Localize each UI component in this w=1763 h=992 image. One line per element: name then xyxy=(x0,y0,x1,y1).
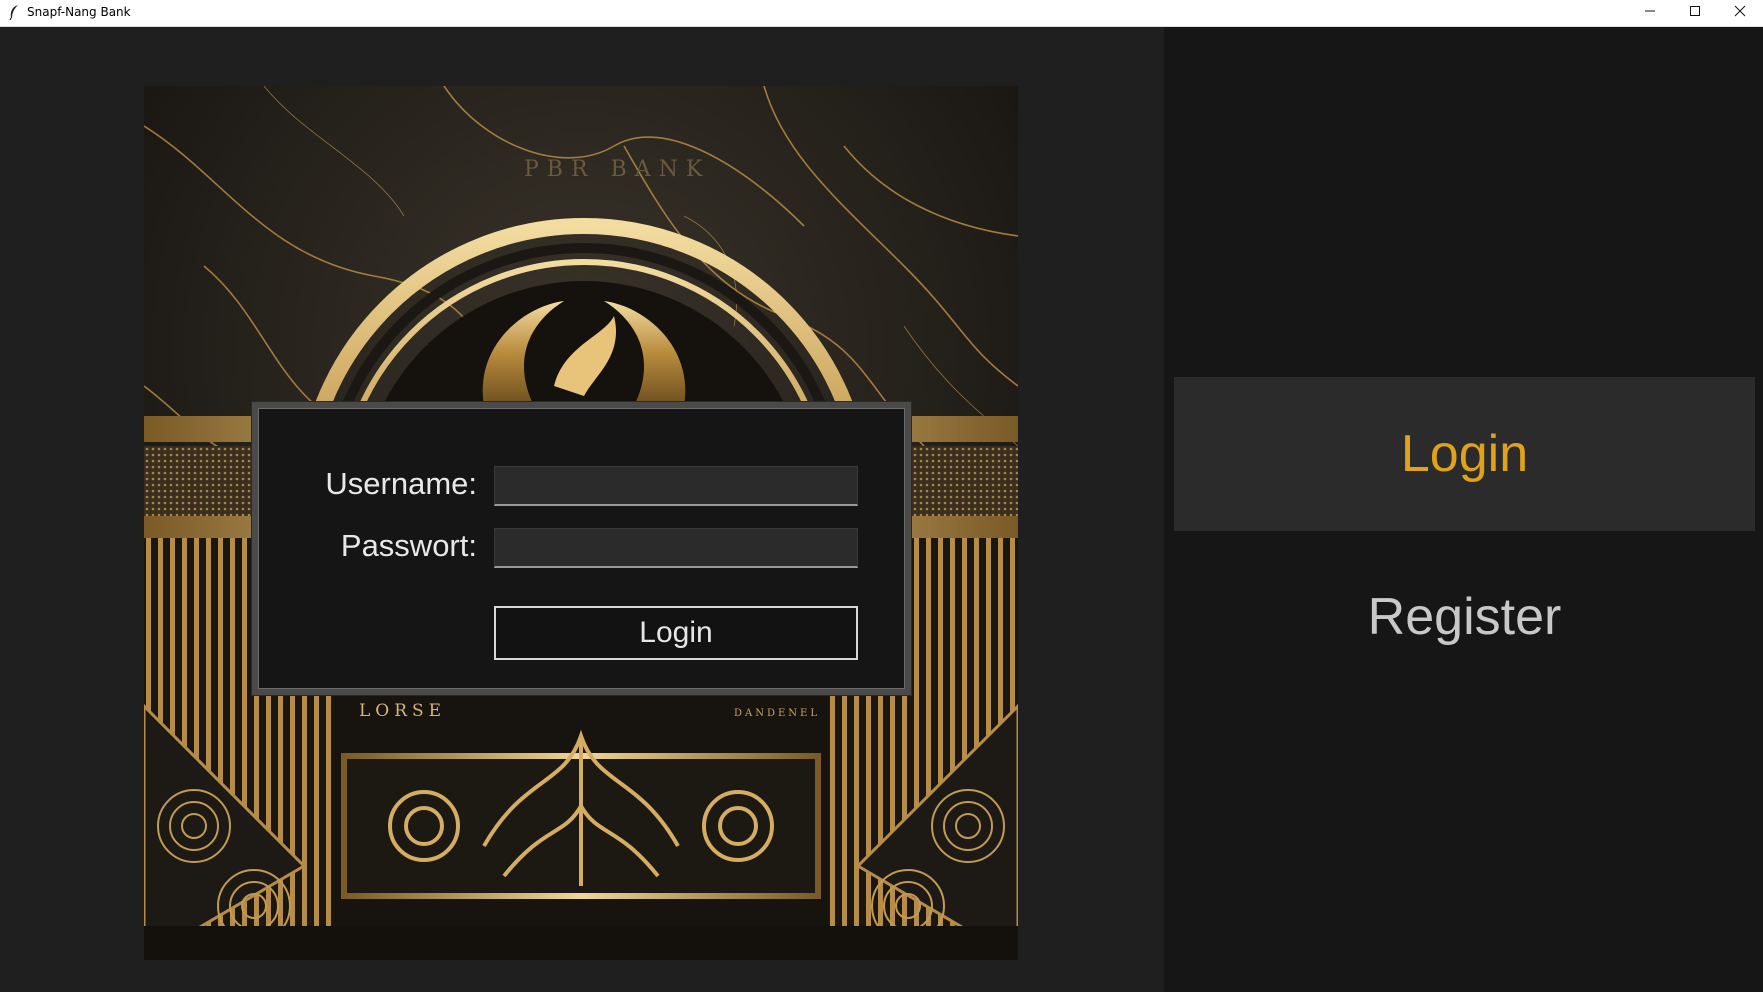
minimize-icon xyxy=(1644,4,1656,22)
right-engraving: DANDENEL xyxy=(734,708,820,719)
login-form: Username: Passwort: Login xyxy=(252,402,911,695)
maximize-button[interactable] xyxy=(1672,0,1718,26)
window-titlebar: Snapf-Nang Bank xyxy=(0,0,1763,27)
close-icon xyxy=(1734,4,1746,22)
minimize-button[interactable] xyxy=(1627,0,1673,26)
password-label: Passwort: xyxy=(340,528,477,563)
top-engraving: PBR BANK xyxy=(524,157,710,182)
username-label: Username: xyxy=(325,466,477,501)
login-submit-button[interactable]: Login xyxy=(494,606,858,660)
side-navigation: Login Register xyxy=(1164,27,1763,992)
close-button[interactable] xyxy=(1717,0,1763,26)
password-input[interactable] xyxy=(494,528,858,568)
nav-login-tab[interactable]: Login xyxy=(1174,377,1755,531)
login-panel: PBR BANK LORSE DANDENEL Username: Passwo… xyxy=(0,27,1164,992)
window-title: Snapf-Nang Bank xyxy=(27,5,131,19)
left-engraving: LORSE xyxy=(359,701,446,721)
nav-register-tab[interactable]: Register xyxy=(1174,557,1755,677)
maximize-icon xyxy=(1689,4,1701,22)
feather-icon xyxy=(8,4,20,21)
username-input[interactable] xyxy=(494,466,858,506)
